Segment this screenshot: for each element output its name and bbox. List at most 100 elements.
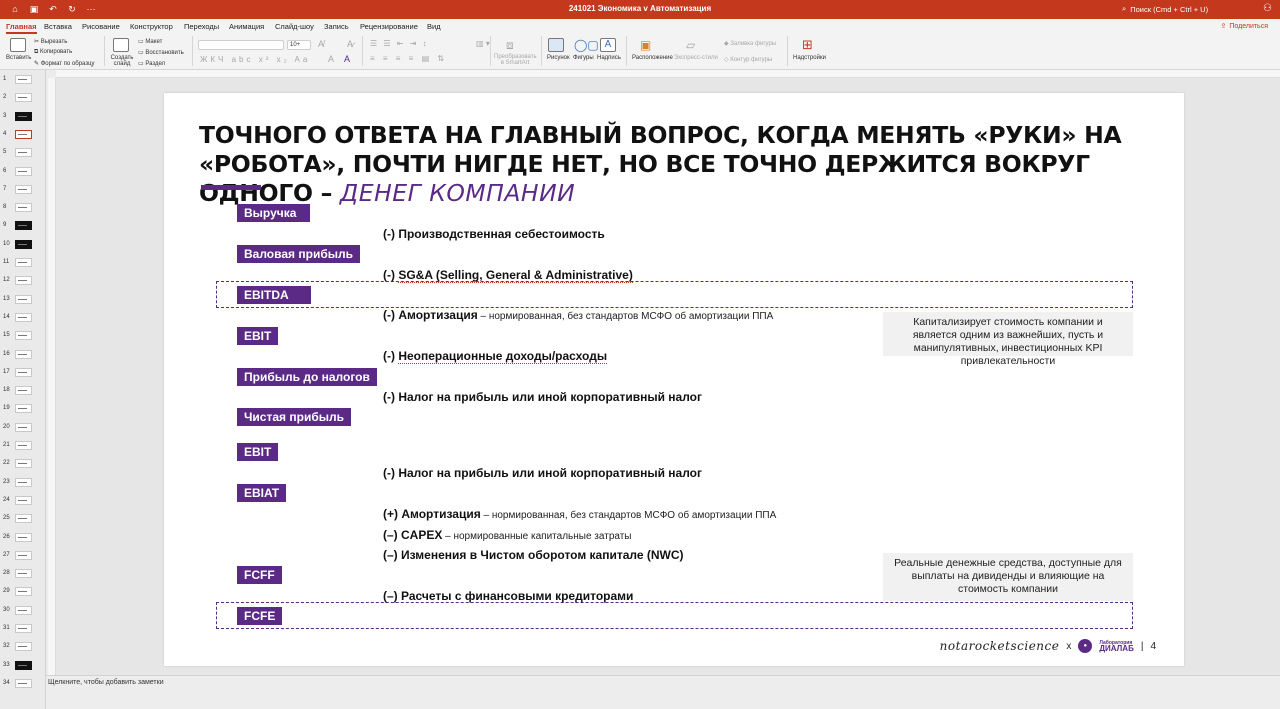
- smartart-icon[interactable]: ⧈: [506, 38, 514, 53]
- shape-outline-button[interactable]: ◇ Контур фигуры: [724, 56, 772, 63]
- section-button[interactable]: ▭ Раздел: [138, 60, 165, 67]
- shapes-icon[interactable]: ◯▢: [574, 38, 599, 52]
- slide-thumbnail-29[interactable]: 29: [0, 586, 46, 598]
- slide-thumbnail-20[interactable]: 20: [0, 422, 46, 434]
- picture-icon[interactable]: [548, 38, 564, 52]
- cut-button[interactable]: ✂ Вырезать: [34, 38, 67, 45]
- tag-fcfe[interactable]: FCFE: [237, 607, 283, 625]
- shape-fill-button[interactable]: ◆ Заливка фигуры: [724, 40, 776, 47]
- slide-thumbnail-8[interactable]: 8: [0, 202, 46, 214]
- tab-draw[interactable]: Рисование: [82, 22, 120, 31]
- textbox-button[interactable]: Надпись: [597, 55, 621, 61]
- picture-button[interactable]: Рисунок: [547, 55, 570, 61]
- font-format-buttons[interactable]: ЖКЧ abc x² x₂ Aa: [200, 55, 310, 64]
- line-amortization[interactable]: (-) Амортизация – нормированная, без ста…: [383, 308, 773, 322]
- line-nwc[interactable]: (–) Изменения в Чистом оборотом капитале…: [383, 548, 684, 562]
- paste-icon[interactable]: [10, 38, 26, 52]
- reset-button[interactable]: ▭ Восстановить: [138, 49, 184, 56]
- slide-thumbnail-19[interactable]: 19: [0, 403, 46, 415]
- slide-thumbnail-32[interactable]: 32: [0, 641, 46, 653]
- new-slide-button[interactable]: Создать слайд: [110, 55, 134, 67]
- font-size-select[interactable]: 10+: [287, 40, 311, 50]
- columns-icon[interactable]: ▥ ▾: [476, 39, 490, 48]
- callout-ebitda[interactable]: Капитализирует стоимость компании и явля…: [883, 312, 1133, 367]
- tag-gross-profit[interactable]: Валовая прибыль: [237, 245, 360, 263]
- tab-slideshow[interactable]: Слайд-шоу: [275, 22, 314, 31]
- line-sga[interactable]: (-) SG&A (Selling, General & Administrat…: [383, 268, 633, 283]
- tab-home[interactable]: Главная: [6, 22, 37, 34]
- slide-thumbnail-1[interactable]: 1: [0, 74, 46, 86]
- fcfe-highlight-box[interactable]: [216, 602, 1133, 629]
- line-creditors[interactable]: (–) Расчеты с финансовыми кредиторами: [383, 589, 633, 603]
- slide-thumbnail-2[interactable]: 2: [0, 92, 46, 104]
- line-cogs[interactable]: (-) Производственная себестоимость: [383, 227, 605, 241]
- shapes-button[interactable]: Фигуры: [573, 55, 594, 61]
- tag-fcff[interactable]: FCFF: [237, 566, 282, 584]
- slide-thumbnail-28[interactable]: 28: [0, 568, 46, 580]
- addins-icon[interactable]: ⊞: [802, 37, 813, 53]
- text-color-icon[interactable]: A: [344, 54, 350, 64]
- quick-styles-button[interactable]: Экспресс-стили: [674, 55, 718, 61]
- slide-thumbnail-9[interactable]: 9: [0, 220, 46, 232]
- slide-thumbnail-26[interactable]: 26: [0, 532, 46, 544]
- tag-revenue[interactable]: Выручка: [237, 204, 311, 222]
- align-buttons[interactable]: ≡ ≡ ≡ ≡ ▤ ⇅: [370, 54, 447, 63]
- tab-animations[interactable]: Анимация: [229, 22, 264, 31]
- font-color-icon[interactable]: A: [328, 54, 334, 64]
- line-amortization-plus[interactable]: (+) Амортизация – нормированная, без ста…: [383, 507, 776, 521]
- slide-thumbnail-11[interactable]: 11: [0, 257, 46, 269]
- slide-thumbnail-25[interactable]: 25: [0, 513, 46, 525]
- slide-thumbnail-7[interactable]: 7: [0, 184, 46, 196]
- tab-insert[interactable]: Вставка: [44, 22, 72, 31]
- callout-fcfe[interactable]: Реальные денежные средства, доступные дл…: [883, 553, 1133, 601]
- slide-thumbnail-33[interactable]: 33: [0, 660, 46, 672]
- slide-thumbnail-15[interactable]: 15: [0, 330, 46, 342]
- clear-formatting-icon[interactable]: A̷: [347, 39, 353, 49]
- tag-ebit[interactable]: EBIT: [237, 327, 279, 345]
- slide-thumbnail-13[interactable]: 13: [0, 294, 46, 306]
- slide-thumbnail-24[interactable]: 24: [0, 495, 46, 507]
- slide-thumbnail-6[interactable]: 6: [0, 166, 46, 178]
- slide-thumbnail-34[interactable]: 34: [0, 678, 46, 690]
- notes-pane[interactable]: Щелкните, чтобы добавить заметки: [46, 675, 1280, 709]
- list-buttons[interactable]: ☰ ☰ ⇤ ⇥ ↕: [370, 39, 429, 48]
- arrange-button[interactable]: Расположение: [632, 55, 673, 61]
- slide-thumbnail-23[interactable]: 23: [0, 477, 46, 489]
- tab-design[interactable]: Конструктор: [130, 22, 173, 31]
- tag-net-profit[interactable]: Чистая прибыль: [237, 408, 351, 426]
- convert-smartart-button[interactable]: Преобразовать в SmartArt: [494, 54, 537, 66]
- slide-title[interactable]: ТОЧНОГО ОТВЕТА НА ГЛАВНЫЙ ВОПРОС, КОГДА …: [199, 121, 1159, 208]
- notes-placeholder[interactable]: Щелкните, чтобы добавить заметки: [48, 679, 164, 686]
- slide-thumbnail-3[interactable]: 3: [0, 111, 46, 123]
- slide-thumbnail-18[interactable]: 18: [0, 385, 46, 397]
- tab-view[interactable]: Вид: [427, 22, 441, 31]
- slide[interactable]: ТОЧНОГО ОТВЕТА НА ГЛАВНЫЙ ВОПРОС, КОГДА …: [164, 93, 1184, 666]
- textbox-icon[interactable]: A: [600, 38, 616, 52]
- tab-review[interactable]: Рецензирование: [360, 22, 418, 31]
- tab-transitions[interactable]: Переходы: [184, 22, 219, 31]
- line-tax-2[interactable]: (-) Налог на прибыль или иной корпоратив…: [383, 466, 702, 480]
- slide-thumbnail-4[interactable]: 4: [0, 129, 46, 141]
- tag-ebiat[interactable]: EBIAT: [237, 484, 287, 502]
- format-painter-button[interactable]: ✎ Формат по образцу: [34, 60, 95, 67]
- addins-button[interactable]: Надстройки: [793, 55, 826, 61]
- layout-button[interactable]: ▭ Макет: [138, 38, 162, 45]
- arrange-icon[interactable]: ▣: [640, 38, 651, 52]
- slide-thumbnail-21[interactable]: 21: [0, 440, 46, 452]
- slide-thumbnail-27[interactable]: 27: [0, 550, 46, 562]
- tag-ebitda[interactable]: EBITDA: [237, 286, 311, 304]
- copy-button[interactable]: ⧉ Копировать: [34, 49, 72, 56]
- new-slide-icon[interactable]: [113, 38, 129, 52]
- slide-thumbnail-10[interactable]: 10: [0, 239, 46, 251]
- line-nonoperating[interactable]: (-) Неоперационные доходы/расходы: [383, 349, 608, 364]
- slide-thumbnail-14[interactable]: 14: [0, 312, 46, 324]
- ebitda-highlight-box[interactable]: [216, 281, 1133, 308]
- profile-icon[interactable]: ⚇: [1263, 3, 1272, 14]
- share-button[interactable]: ⇪ Поделиться: [1220, 22, 1268, 31]
- slide-thumbnail-5[interactable]: 5: [0, 147, 46, 159]
- slide-thumbnail-22[interactable]: 22: [0, 458, 46, 470]
- paste-button[interactable]: Вставить: [6, 55, 31, 61]
- tag-pretax-profit[interactable]: Прибыль до налогов: [237, 368, 377, 386]
- quick-styles-icon[interactable]: ▱: [686, 38, 695, 52]
- slide-thumbnail-17[interactable]: 17: [0, 367, 46, 379]
